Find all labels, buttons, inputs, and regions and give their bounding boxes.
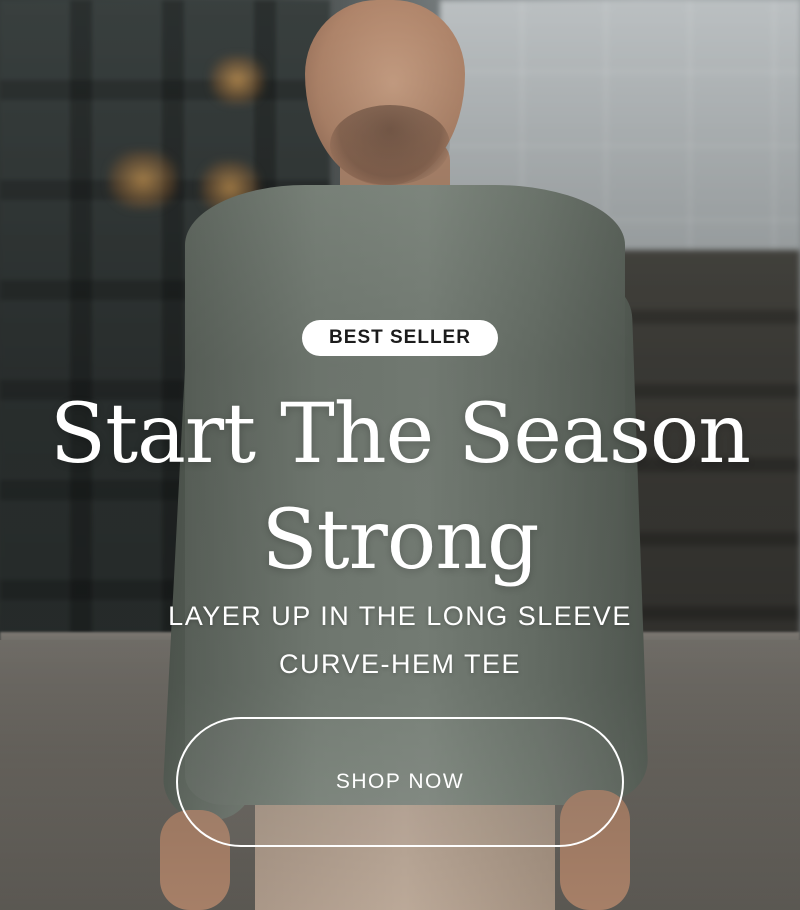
subhead-line-1: LAYER UP IN THE LONG SLEEVE [168, 601, 632, 631]
headline-line-2: Strong [261, 493, 540, 588]
hero-headline: Start The Season Strong [0, 382, 800, 594]
hero-subheadline: LAYER UP IN THE LONG SLEEVE CURVE-HEM TE… [0, 592, 800, 688]
headline-line-1: Start The Season [49, 387, 751, 482]
hero-banner: BEST SELLER Start The Season Strong LAYE… [0, 0, 800, 910]
best-seller-badge: BEST SELLER [302, 320, 498, 356]
hero-content: BEST SELLER Start The Season Strong LAYE… [0, 0, 800, 910]
subhead-line-2: CURVE-HEM TEE [278, 649, 522, 679]
shop-now-button[interactable]: SHOP NOW [176, 717, 624, 847]
